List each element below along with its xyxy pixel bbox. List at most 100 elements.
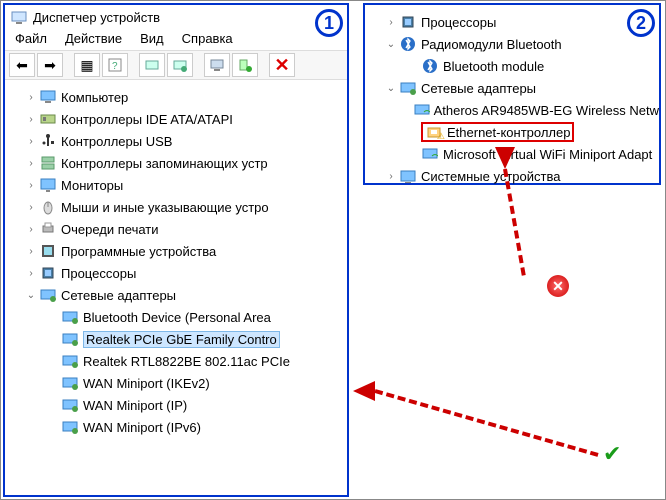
tree-label: Сетевые адаптеры	[61, 288, 176, 303]
badge-one: 1	[315, 9, 343, 37]
tree-node[interactable]: WAN Miniport (IKEv2)	[11, 372, 347, 394]
tree-label: Процессоры	[421, 15, 496, 30]
software-icon	[39, 243, 57, 259]
devmgr-icon	[11, 9, 27, 25]
toolbar-properties-button[interactable]: ▦	[74, 53, 100, 77]
toolbar-back-button[interactable]: ⬅	[9, 53, 35, 77]
network-adapter-icon	[61, 375, 79, 391]
tree-node[interactable]: › Мониторы	[11, 174, 347, 196]
caret-icon[interactable]: ›	[385, 17, 397, 28]
tree-node[interactable]: Ethernet-контроллер	[371, 121, 659, 143]
toolbar-help-button[interactable]: ?	[102, 53, 128, 77]
network-adapter-icon	[61, 419, 79, 435]
tree-label: Мыши и иные указывающие устро	[61, 200, 269, 215]
ide-icon	[39, 111, 57, 127]
tree-node[interactable]: › Контроллеры USB	[11, 130, 347, 152]
ethernet-icon	[425, 124, 443, 140]
arrow-head-icon-2	[495, 147, 515, 169]
arrow-head-icon	[353, 381, 375, 401]
tree-node[interactable]: › Контроллеры запоминающих устр	[11, 152, 347, 174]
tree-label: Очереди печати	[61, 222, 159, 237]
tree-label: Мониторы	[61, 178, 123, 193]
display-icon	[39, 177, 57, 193]
toolbar-scan-button[interactable]	[139, 53, 165, 77]
network-icon	[399, 80, 417, 96]
toolbar-forward-button[interactable]: ➡	[37, 53, 63, 77]
tree-label: Контроллеры USB	[61, 134, 172, 149]
tree-node[interactable]: Realtek RTL8822BE 802.11ac PCIe	[11, 350, 347, 372]
tree-node[interactable]: › Очереди печати	[11, 218, 347, 240]
caret-icon[interactable]: ›	[25, 92, 37, 103]
network-icon	[39, 287, 57, 303]
monitor-icon	[39, 89, 57, 105]
menu-bar[interactable]: Файл Действие Вид Справка	[5, 29, 347, 50]
tree-node[interactable]: Realtek PCIe GbE Family Contro	[11, 328, 347, 350]
tree-label: Контроллеры IDE ATA/ATAPI	[61, 112, 233, 127]
network-adapter-icon	[61, 331, 79, 347]
caret-icon[interactable]: ›	[25, 268, 37, 279]
tree-label: Контроллеры запоминающих устр	[61, 156, 268, 171]
network-adapter-icon	[61, 309, 79, 325]
tree-node[interactable]: › Процессоры	[371, 11, 659, 33]
tree-node[interactable]: Bluetooth Device (Personal Area	[11, 306, 347, 328]
tree-label: Atheros AR9485WB-EG Wireless Netw	[434, 103, 659, 118]
tree-node[interactable]: ›Системные устройства	[371, 165, 659, 187]
badge-two: 2	[627, 9, 655, 37]
device-manager-window: 1 Диспетчер устройств Файл Действие Вид …	[3, 3, 349, 497]
caret-icon[interactable]: ›	[25, 246, 37, 257]
caret-icon[interactable]: ›	[25, 202, 37, 213]
toolbar-computer-button[interactable]	[204, 53, 230, 77]
tree-label: WAN Miniport (IKEv2)	[83, 376, 210, 391]
menu-file[interactable]: Файл	[15, 31, 47, 46]
caret-icon[interactable]: ›	[25, 136, 37, 147]
tree-node[interactable]: Bluetooth module	[371, 55, 659, 77]
tree-node[interactable]: › Программные устройства	[11, 240, 347, 262]
toolbar-delete-button[interactable]: ✕	[269, 53, 295, 77]
arrow-line	[374, 389, 598, 457]
toolbar-update-button[interactable]	[167, 53, 193, 77]
tree-label: WAN Miniport (IPv6)	[83, 420, 201, 435]
tree-node[interactable]: › Контроллеры IDE ATA/ATAPI	[11, 108, 347, 130]
toolbar: ⬅ ➡ ▦ ? ✕	[5, 50, 347, 80]
tree-node[interactable]: ⌄ Сетевые адаптеры	[11, 284, 347, 306]
tree-label: Ethernet-контроллер	[447, 125, 570, 140]
wifi-icon	[414, 102, 430, 118]
tree-node[interactable]: ›Компьютер	[11, 86, 347, 108]
caret-icon[interactable]: ›	[25, 224, 37, 235]
caret-icon[interactable]: ⌄	[385, 83, 397, 94]
menu-help[interactable]: Справка	[182, 31, 233, 46]
caret-icon[interactable]: ›	[25, 158, 37, 169]
caret-icon[interactable]: ›	[25, 180, 37, 191]
svg-text:?: ?	[112, 61, 118, 72]
error-icon: ✕	[547, 275, 569, 297]
system-icon	[399, 168, 417, 184]
tree-label: Процессоры	[61, 266, 136, 281]
tree-node[interactable]: WAN Miniport (IP)	[11, 394, 347, 416]
tree-node[interactable]: ⌄ Сетевые адаптеры	[371, 77, 659, 99]
tree-node[interactable]: › Процессоры	[11, 262, 347, 284]
title-bar: Диспетчер устройств	[5, 5, 347, 29]
tree-label: Сетевые адаптеры	[421, 81, 536, 96]
caret-icon[interactable]: ⌄	[385, 39, 397, 50]
tree-node[interactable]: WAN Miniport (IPv6)	[11, 416, 347, 438]
menu-view[interactable]: Вид	[140, 31, 164, 46]
caret-icon[interactable]: ⌄	[25, 290, 37, 301]
caret-icon[interactable]: ›	[25, 114, 37, 125]
tree-label: Bluetooth module	[443, 59, 544, 74]
toolbar-add-button[interactable]	[232, 53, 258, 77]
tree-node[interactable]: ⌄Радиомодули Bluetooth	[371, 33, 659, 55]
tree-label: WAN Miniport (IP)	[83, 398, 187, 413]
tree-node[interactable]: Atheros AR9485WB-EG Wireless Netw	[371, 99, 659, 121]
tree-label: Realtek PCIe GbE Family Contro	[83, 331, 280, 348]
menu-action[interactable]: Действие	[65, 31, 122, 46]
tree-label: Программные устройства	[61, 244, 216, 259]
checkmark-icon: ✔	[603, 441, 621, 467]
cpu-icon	[39, 265, 57, 281]
tree-node[interactable]: Microsoft Virtual WiFi Miniport Adapt	[371, 143, 659, 165]
device-tree[interactable]: ›Компьютер›Контроллеры IDE ATA/ATAPI›Кон…	[5, 80, 347, 444]
bluetooth-icon	[421, 58, 439, 74]
tree-node[interactable]: › Мыши и иные указывающие устро	[11, 196, 347, 218]
bluetooth-icon	[399, 36, 417, 52]
storage-icon	[39, 155, 57, 171]
caret-icon[interactable]: ›	[385, 171, 397, 182]
